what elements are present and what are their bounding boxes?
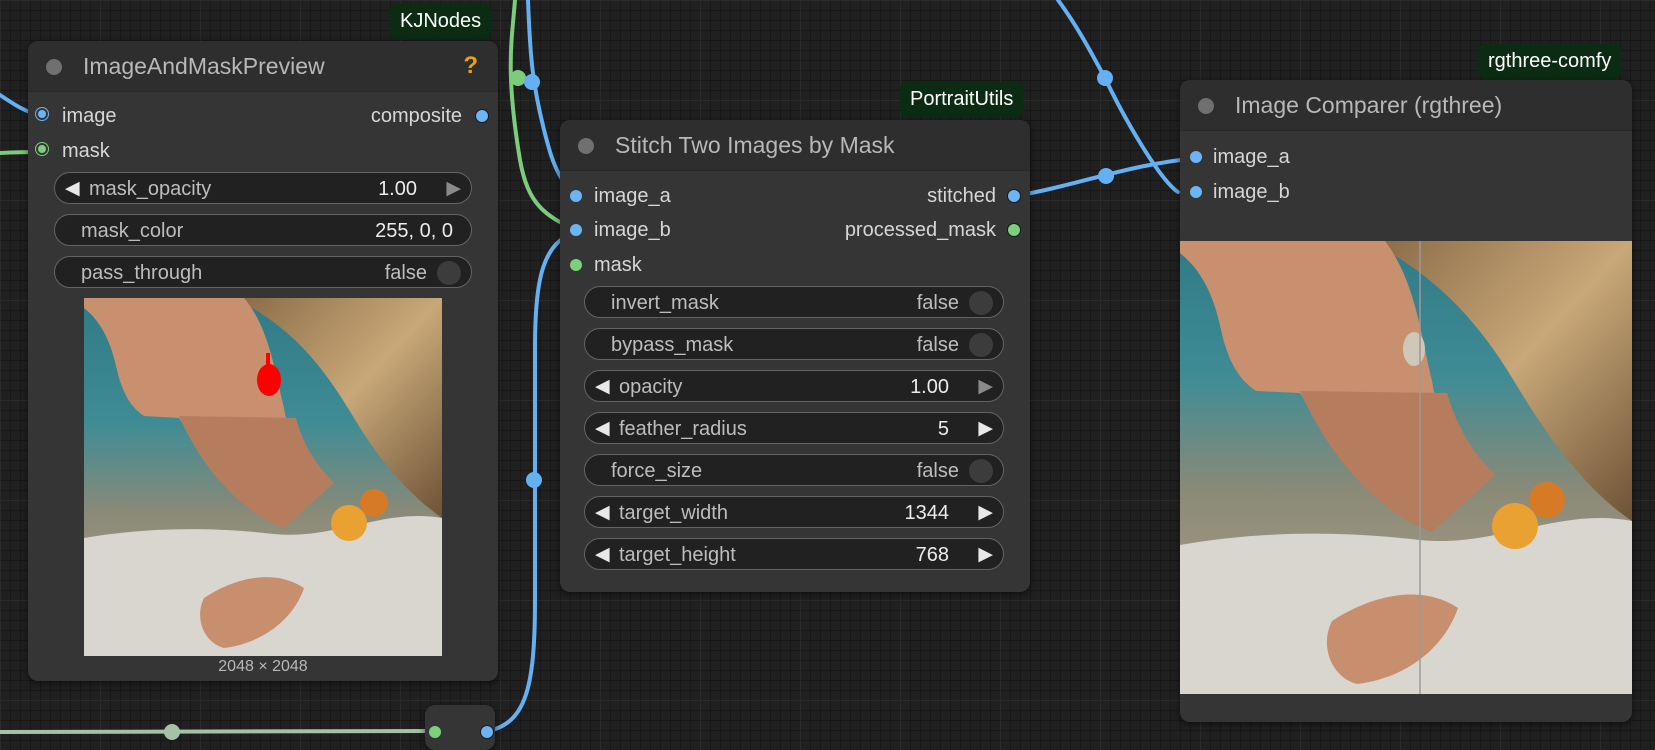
- widget-label: bypass_mask: [611, 334, 734, 356]
- widget-label: opacity: [619, 376, 683, 398]
- toggle-knob-icon[interactable]: [969, 459, 993, 483]
- widget-value: 255, 0, 0: [375, 220, 453, 242]
- input-mask-slot-icon[interactable]: [570, 259, 582, 271]
- output-slot-icon[interactable]: [481, 726, 493, 738]
- increment-arrow-icon[interactable]: ▶: [978, 543, 993, 566]
- widget-pass-through[interactable]: pass_through false: [54, 256, 472, 288]
- node-title: ImageAndMaskPreview: [83, 52, 325, 79]
- widget-feather-radius[interactable]: ◀ feather_radius 5 ▶: [584, 412, 1004, 444]
- input-image-b-slot-icon[interactable]: [1190, 186, 1202, 198]
- output-stitched-slot-icon[interactable]: [1008, 190, 1020, 202]
- node-title-bar[interactable]: Stitch Two Images by Mask: [560, 120, 1030, 171]
- collapse-dot-icon[interactable]: [1198, 98, 1214, 114]
- node-stitch-two-images[interactable]: Stitch Two Images by Mask image_a image_…: [560, 120, 1030, 592]
- image-size-label: 2048 × 2048: [218, 658, 308, 675]
- widget-target-width[interactable]: ◀ target_width 1344 ▶: [584, 496, 1004, 528]
- widget-value: 1.00: [910, 376, 949, 398]
- wire-reroute-dot: [1098, 168, 1114, 184]
- widget-value: false: [916, 292, 959, 314]
- widget-value: 768: [915, 544, 949, 566]
- widget-mask-opacity[interactable]: ◀ mask_opacity 1.00 ▶: [54, 172, 472, 204]
- widget-value: 1344: [904, 502, 950, 524]
- widget-opacity[interactable]: ◀ opacity 1.00 ▶: [584, 370, 1004, 402]
- input-image-a-label: image_a: [1213, 146, 1290, 168]
- increment-arrow-icon[interactable]: ▶: [978, 417, 993, 440]
- widget-value: false: [916, 334, 959, 356]
- widget-invert-mask[interactable]: invert_mask false: [584, 286, 1004, 318]
- badge-rgthree: rgthree-comfy: [1478, 44, 1622, 79]
- decrement-arrow-icon[interactable]: ◀: [595, 375, 610, 398]
- wire-top-to-comparer: [1056, 0, 1180, 194]
- badge-portrait-utils: PortraitUtils: [900, 82, 1024, 117]
- wire-reroute-dot: [526, 472, 542, 488]
- widget-mask-color[interactable]: mask_color 255, 0, 0: [54, 214, 472, 246]
- wire-reroute-dot: [524, 74, 540, 90]
- wire-reroute-dot: [510, 70, 526, 86]
- output-processed-mask-slot-icon[interactable]: [1008, 224, 1020, 236]
- node-title: Stitch Two Images by Mask: [615, 131, 895, 158]
- input-image-b-label: image_b: [1213, 181, 1290, 203]
- node-title: Image Comparer (rgthree): [1235, 91, 1503, 118]
- widget-force-size[interactable]: force_size false: [584, 454, 1004, 486]
- toggle-knob-icon[interactable]: [969, 333, 993, 357]
- wire-bottom-mask: [0, 729, 437, 734]
- widget-label: feather_radius: [619, 418, 747, 440]
- decrement-arrow-icon[interactable]: ◀: [65, 177, 80, 200]
- widget-label: force_size: [611, 460, 703, 482]
- widget-label: invert_mask: [611, 292, 719, 314]
- input-image-label: image: [62, 105, 117, 127]
- input-mask-slot-icon[interactable]: [38, 145, 46, 153]
- node-image-comparer[interactable]: Image Comparer (rgthree) image_a image_b: [1180, 80, 1632, 722]
- input-slot-icon[interactable]: [429, 726, 441, 738]
- wire-stitched-to-comparer: [1013, 156, 1200, 198]
- widget-label: pass_through: [81, 262, 203, 284]
- widget-bypass-mask[interactable]: bypass_mask false: [584, 328, 1004, 360]
- output-composite-label: composite: [370, 105, 462, 127]
- output-composite-slot-icon[interactable]: [476, 110, 488, 122]
- widget-target-height[interactable]: ◀ target_height 768 ▶: [584, 538, 1004, 570]
- decrement-arrow-icon[interactable]: ◀: [595, 417, 610, 440]
- input-image-slot-icon[interactable]: [38, 110, 46, 118]
- increment-arrow-icon[interactable]: ▶: [446, 177, 461, 200]
- output-stitched-label: stitched: [927, 185, 996, 207]
- widget-value: false: [916, 460, 959, 482]
- input-image-b-slot-icon[interactable]: [570, 224, 582, 236]
- collapse-dot-icon[interactable]: [578, 138, 594, 154]
- input-image-a-slot-icon[interactable]: [1190, 151, 1202, 163]
- widget-value: 1.00: [378, 178, 417, 200]
- node-title-bar[interactable]: ImageAndMaskPreview ?: [28, 41, 498, 92]
- output-processed-mask-label: processed_mask: [844, 219, 996, 241]
- decrement-arrow-icon[interactable]: ◀: [595, 543, 610, 566]
- wire-reroute-dot: [164, 724, 180, 740]
- widget-label: target_height: [619, 544, 736, 566]
- widget-value: false: [384, 262, 427, 284]
- node-image-and-mask-preview[interactable]: ImageAndMaskPreview ? image mask composi…: [28, 41, 498, 681]
- input-image-a-label: image_a: [594, 185, 671, 207]
- input-mask-label: mask: [62, 140, 110, 162]
- input-image-b-label: image_b: [594, 219, 671, 241]
- input-image-a-slot-icon[interactable]: [570, 190, 582, 202]
- widget-label: mask_color: [81, 220, 184, 242]
- increment-arrow-icon[interactable]: ▶: [978, 375, 993, 398]
- help-icon[interactable]: ?: [463, 52, 478, 80]
- decrement-arrow-icon[interactable]: ◀: [595, 501, 610, 524]
- preview-image: [84, 298, 442, 656]
- input-mask-label: mask: [594, 254, 642, 276]
- node-title-bar[interactable]: Image Comparer (rgthree): [1180, 80, 1632, 131]
- collapse-dot-icon[interactable]: [46, 59, 62, 75]
- toggle-knob-icon[interactable]: [969, 291, 993, 315]
- node-collapsed-bottom[interactable]: [425, 705, 495, 750]
- increment-arrow-icon[interactable]: ▶: [978, 501, 993, 524]
- wire-reroute-dot: [1097, 70, 1113, 86]
- widget-value: 5: [937, 418, 949, 440]
- badge-kjnodes: KJNodes: [390, 4, 492, 39]
- widget-label: target_width: [619, 502, 728, 524]
- toggle-knob-icon[interactable]: [437, 261, 461, 285]
- comparer-image[interactable]: [1180, 241, 1632, 694]
- widget-label: mask_opacity: [89, 178, 212, 200]
